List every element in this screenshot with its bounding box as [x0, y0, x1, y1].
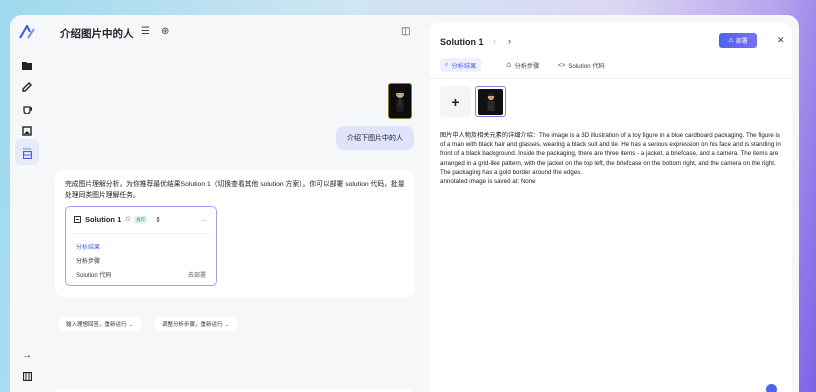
sidebar: beta → — [10, 15, 44, 392]
menu-icon[interactable]: ☰ — [141, 26, 150, 37]
prev-solution-icon[interactable]: ‹ — [493, 36, 496, 46]
result-text: 图片中人物及相关元素的详细介绍：The image is a 3D illust… — [440, 131, 785, 186]
uploaded-image[interactable] — [388, 83, 412, 119]
saved-path-text: annotated image is saved at: None — [440, 178, 536, 186]
sidebar-library-button[interactable] — [15, 366, 39, 386]
toy-figure-image — [487, 93, 494, 111]
sidebar-item-image[interactable] — [15, 121, 39, 141]
toggle-panel-icon[interactable]: ◫ — [401, 26, 410, 37]
solution-fraction: /2 — [125, 216, 131, 223]
result-image — [478, 88, 503, 115]
divider — [430, 78, 792, 79]
tab-label: Solution 代码 — [568, 62, 605, 70]
edit-icon — [22, 82, 32, 92]
deploy-icon: ⚠ — [728, 38, 734, 44]
solution-icon — [74, 216, 81, 223]
sidebar-item-files[interactable] — [15, 55, 39, 75]
arrow-right-icon[interactable]: → — [200, 215, 208, 224]
tab-label: 分析结果 — [451, 62, 477, 70]
close-icon[interactable]: ✕ — [777, 35, 785, 46]
user-message: 介绍下图片中的人 — [336, 126, 414, 150]
steps-icon: ♺ — [506, 61, 512, 69]
solution-item-steps[interactable]: 分析步骤 — [76, 256, 100, 265]
tab-code[interactable]: <> Solution 代码 — [553, 58, 610, 72]
search-icon: ⌕ — [445, 61, 449, 68]
dataset-icon — [22, 150, 32, 159]
sidebar-item-teapot[interactable] — [15, 99, 39, 119]
app-window: beta → 介绍图片中的人 ☰ ⊕ ◫ 介绍下图片中的人 完成图片理解分析，为… — [10, 15, 799, 392]
logo-icon — [19, 25, 35, 39]
divider — [72, 233, 210, 234]
solution-panel: Solution 1 ‹ › ⚠ 部署 ✕ ⌕ 分析结果 ♺ 分析步骤 <> Solu… — [430, 23, 792, 392]
add-circle-icon[interactable]: ⊕ — [161, 26, 169, 37]
code-icon: <> — [558, 61, 566, 69]
panel-title: Solution 1 — [440, 37, 484, 47]
sidebar-item-dataset[interactable]: beta — [15, 139, 39, 165]
sidebar-item-edit[interactable] — [15, 77, 39, 97]
help-button[interactable] — [766, 384, 777, 392]
teapot-icon — [23, 106, 32, 114]
solution-title: Solution 1 — [85, 215, 122, 224]
page-title: 介绍图片中的人 — [60, 28, 134, 40]
toy-figure-image — [396, 90, 404, 112]
solution-header: Solution 1/2 推荐 ⇕ — [74, 215, 161, 224]
solution-item-code[interactable]: Solution 代码 — [76, 270, 111, 279]
tab-label: 分析步骤 — [514, 62, 540, 70]
assistant-text: 完成图片理解分析，为你推荐最优结果Solution 1（切换查看其他 solut… — [65, 181, 405, 199]
tab-steps[interactable]: ♺ 分析步骤 — [501, 58, 544, 72]
sidebar-expand-button[interactable]: → — [15, 345, 39, 365]
folder-icon — [22, 61, 32, 70]
solution-card[interactable]: Solution 1/2 推荐 ⇕ → 分析结果 分析步骤 Solution 代… — [65, 206, 217, 286]
recommended-badge: 推荐 — [134, 215, 148, 224]
arrow-right-icon: → — [22, 349, 32, 361]
add-image-button[interactable]: + — [440, 86, 471, 117]
assistant-message: 完成图片理解分析，为你推荐最优结果Solution 1（切换查看其他 solut… — [55, 170, 415, 297]
image-icon — [22, 126, 32, 136]
result-description: 图片中人物及相关元素的详细介绍：The image is a 3D illust… — [440, 132, 781, 176]
solution-item-result[interactable]: 分析结果 — [76, 242, 100, 251]
result-image-thumbnail[interactable] — [475, 86, 506, 117]
rerun-with-answer-chip[interactable]: 输入理想回答，重新运行 → — [58, 317, 142, 331]
library-icon — [22, 371, 32, 381]
deploy-button[interactable]: ⚠ 部署 — [719, 33, 757, 48]
deploy-label: 部署 — [735, 39, 748, 45]
plus-icon: + — [451, 93, 460, 110]
rerun-with-steps-chip[interactable]: 调整分析步骤，重新运行 → — [154, 317, 238, 331]
tab-result[interactable]: ⌕ 分析结果 — [440, 58, 482, 72]
go-deploy-link[interactable]: 去部署 — [188, 270, 206, 279]
next-solution-icon[interactable]: › — [508, 36, 511, 46]
swap-icon[interactable]: ⇕ — [155, 216, 161, 224]
